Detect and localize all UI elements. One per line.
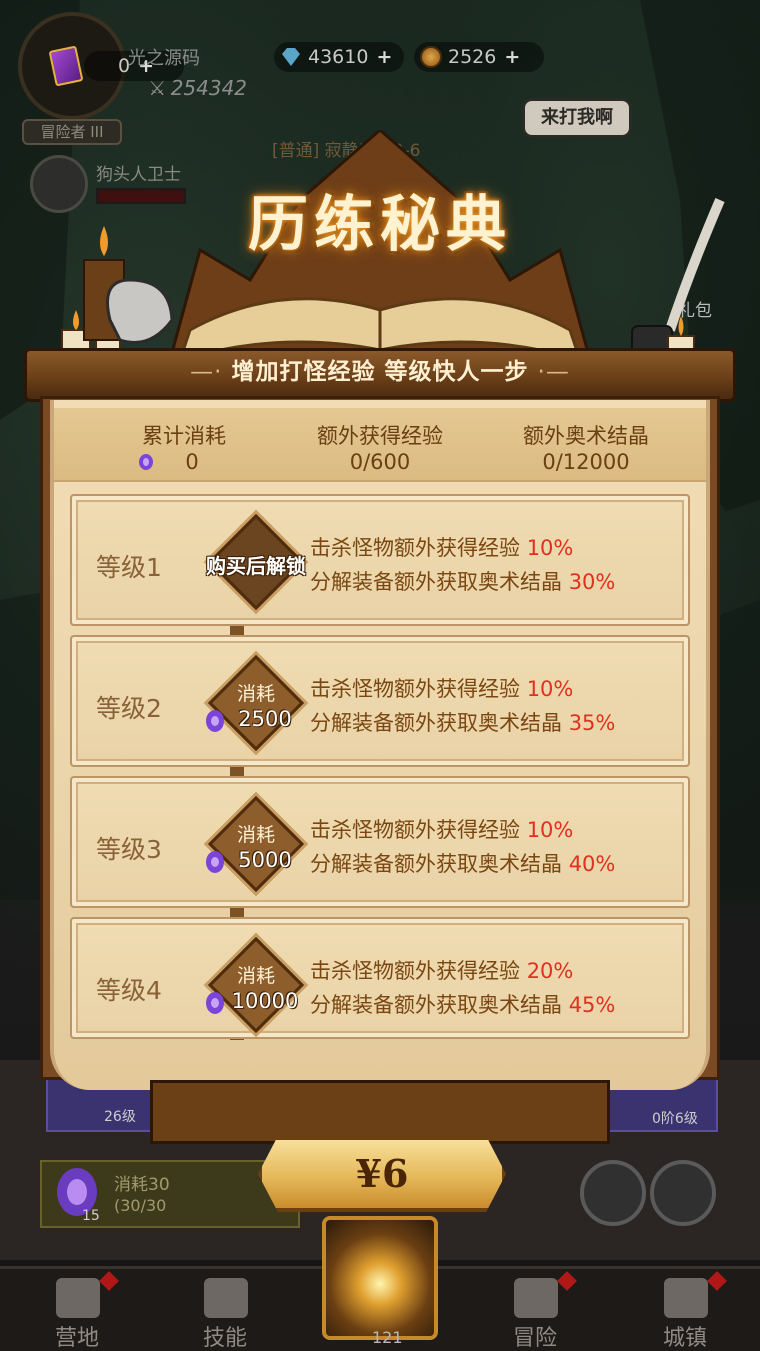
exp-bonus-pct: 20%: [526, 959, 574, 983]
buy-button[interactable]: ¥6: [258, 1136, 506, 1212]
nav-adventure[interactable]: 冒险: [480, 1271, 590, 1351]
consume-count: 15: [82, 1208, 100, 1224]
crystal-bonus-text: 分解装备额外获取奥术结晶: [310, 852, 562, 876]
level-label: 等级3: [96, 835, 162, 864]
stat-extra-crystal-value: 0/12000: [542, 450, 630, 474]
crystal-bonus-pct: 35%: [568, 711, 616, 735]
slot-level-right: 0阶6级: [652, 1111, 698, 1127]
cost-value: 2500: [238, 707, 292, 731]
level-cost-badge: 消耗 2500: [206, 653, 306, 753]
consume-label: 消耗: [236, 683, 275, 705]
nav-camp-icon: [56, 1278, 100, 1318]
exp-bonus-text: 击杀怪物额外获得经验: [310, 818, 520, 842]
nav-camp-label: 营地: [54, 1326, 99, 1351]
crystal-bonus-pct: 40%: [568, 852, 616, 876]
player-name: 光之源码: [128, 48, 200, 69]
exp-bonus-pct: 10%: [526, 818, 574, 842]
level-label: 等级1: [96, 553, 162, 582]
nav-town-label: 城镇: [662, 1326, 707, 1351]
cost-value: 10000: [231, 989, 299, 1013]
crystal-bonus: 分解装备额外获取奥术结晶 40%: [310, 848, 615, 878]
exp-bonus-pct: 10%: [526, 536, 574, 560]
consume-progress: (30/30: [114, 1196, 167, 1215]
subtitle-deco-left: —·: [190, 359, 223, 385]
stat-total-consumed-value: 0: [185, 450, 199, 474]
level-label: 等级2: [96, 694, 162, 723]
skill-round-button-2[interactable]: [650, 1160, 716, 1226]
crystal-icon: [139, 454, 153, 470]
exp-bonus-text: 击杀怪物额外获得经验: [310, 536, 520, 560]
crystal-bonus: 分解装备额外获取奥术结晶 30%: [310, 566, 615, 596]
exp-bonus: 击杀怪物额外获得经验 10%: [310, 532, 573, 562]
crystal-bonus-text: 分解装备额外获取奥术结晶: [310, 993, 562, 1017]
cost-value: 5000: [238, 848, 292, 872]
level-row-2[interactable]: 等级2 消耗 2500 击杀怪物额外获得经验 10% 分解装备额外获取奥术结晶 …: [70, 635, 690, 767]
skill-round-button-1[interactable]: [580, 1160, 646, 1226]
stat-extra-exp-label: 额外获得经验: [317, 424, 443, 448]
exp-bonus: 击杀怪物额外获得经验 10%: [310, 814, 573, 844]
level-cost-badge: 消耗 5000: [206, 794, 306, 894]
level-lock-badge: 购买后解锁: [206, 512, 306, 612]
consume-label: 消耗: [236, 965, 275, 987]
crystal-bonus: 分解装备额外获取奥术结晶 35%: [310, 707, 615, 737]
coin-icon: [420, 46, 442, 68]
nav-town[interactable]: 城镇: [630, 1271, 740, 1351]
modal-subtitle: —· 增加打怪经验 等级快人一步 ·—: [0, 352, 760, 386]
combat-power-value: 254342: [170, 76, 248, 100]
nav-town-notice-dot: [707, 1271, 727, 1291]
gem-icon: [282, 48, 300, 66]
sword-icon: ⚔: [150, 76, 171, 100]
nav-camp-notice-dot: [99, 1271, 119, 1291]
crystal-bonus-text: 分解装备额外获取奥术结晶: [310, 570, 562, 594]
crystal-bonus-pct: 45%: [568, 993, 616, 1017]
slot-level-left: 26级: [104, 1109, 136, 1125]
stat-extra-exp-value: 0/600: [349, 450, 411, 474]
exp-bonus: 击杀怪物额外获得经验 10%: [310, 673, 573, 703]
gems-counter[interactable]: 43610 +: [274, 42, 404, 72]
crystal-bonus: 分解装备额外获取奥术结晶 45%: [310, 989, 615, 1019]
exp-bonus-text: 击杀怪物额外获得经验: [310, 959, 520, 983]
nav-skill-label: 技能: [202, 1326, 247, 1351]
nav-skill-icon: [204, 1278, 248, 1318]
level-row-4[interactable]: 等级4 消耗 10000 击杀怪物额外获得经验 20% 分解装备额外获取奥术结晶…: [70, 917, 690, 1039]
nav-camp[interactable]: 营地: [22, 1271, 132, 1351]
buy-button-stand: [150, 1080, 610, 1144]
nav-town-icon: [664, 1278, 708, 1318]
combat-power: ⚔ 254342: [150, 76, 247, 100]
modal-title: 历练秘典: [248, 190, 512, 260]
nav-adventure-icon: [514, 1278, 558, 1318]
crystal-bonus-pct: 30%: [568, 570, 616, 594]
nav-skill[interactable]: 技能: [170, 1272, 280, 1351]
stat-total-consumed-label: 累计消耗: [142, 424, 226, 448]
consume-text: 消耗30: [114, 1175, 170, 1195]
center-count: 121: [372, 1328, 403, 1347]
exp-bonus-pct: 10%: [526, 677, 574, 701]
coins-counter[interactable]: 2526 +: [414, 42, 544, 72]
exp-bonus: 击杀怪物额外获得经验 20%: [310, 955, 573, 985]
subtitle-deco-right: ·—: [537, 359, 570, 385]
add-gems-button[interactable]: +: [376, 46, 392, 68]
subtitle-text: 增加打怪经验 等级快人一步: [231, 359, 529, 385]
consume-label: 消耗: [236, 824, 275, 846]
level-row-1[interactable]: 等级1 购买后解锁 击杀怪物额外获得经验 10% 分解装备额外获取奥术结晶 30…: [70, 494, 690, 626]
gems-value: 43610: [308, 46, 369, 68]
coins-value: 2526: [448, 46, 497, 68]
level-cost-badge: 消耗 10000: [206, 935, 306, 1035]
nav-adventure-label: 冒险: [512, 1326, 557, 1351]
exp-bonus-text: 击杀怪物额外获得经验: [310, 677, 520, 701]
add-coins-button[interactable]: +: [504, 46, 520, 68]
level-label: 等级4: [96, 976, 162, 1005]
center-summon-card[interactable]: [322, 1216, 438, 1340]
crystal-bonus-text: 分解装备额外获取奥术结晶: [310, 711, 562, 735]
stat-extra-crystal-label: 额外奥术结晶: [523, 424, 649, 448]
level-row-3[interactable]: 等级3 消耗 5000 击杀怪物额外获得经验 10% 分解装备额外获取奥术结晶 …: [70, 776, 690, 908]
nav-adventure-notice-dot: [557, 1271, 577, 1291]
